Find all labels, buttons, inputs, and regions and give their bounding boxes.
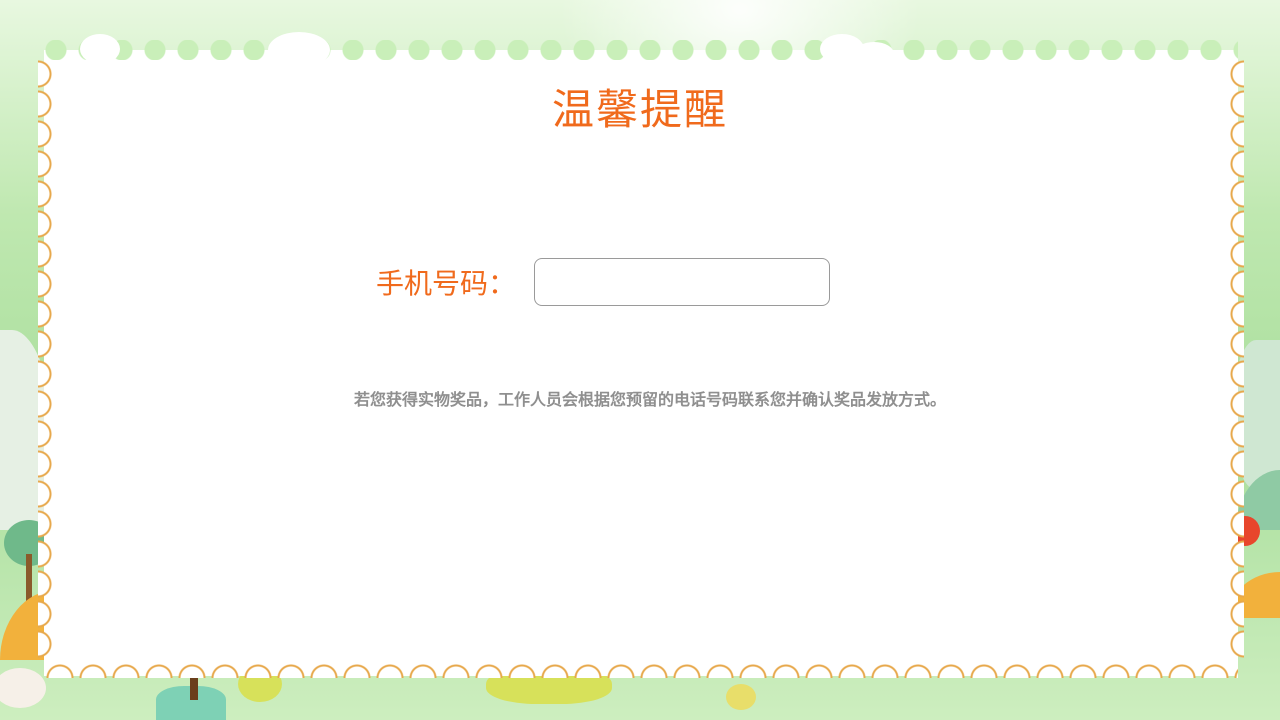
phone-number-label: 手机号码： bbox=[376, 267, 517, 300]
prize-notice-text: 若您获得实物奖品，工作人员会根据您预留的电话号码联系您并确认奖品发放方式。 bbox=[353, 390, 946, 409]
phone-number-input[interactable] bbox=[534, 258, 830, 306]
stamp-card bbox=[44, 50, 1238, 676]
bottom-stone-decoration bbox=[726, 684, 756, 710]
cloud-icon bbox=[854, 42, 894, 66]
left-rock-decoration bbox=[0, 668, 46, 708]
cloud-icon bbox=[268, 32, 330, 68]
right-leaf-decoration bbox=[1232, 340, 1280, 490]
dialog-title: 温馨提醒 bbox=[551, 85, 728, 134]
cloud-icon bbox=[80, 34, 120, 64]
